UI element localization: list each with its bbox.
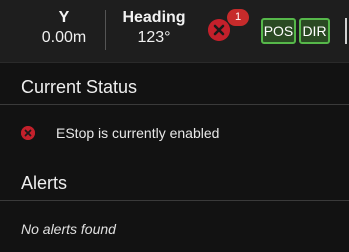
section-divider bbox=[0, 104, 349, 105]
estop-indicator[interactable]: 1 bbox=[208, 9, 249, 41]
status-text: EStop is currently enabled bbox=[56, 125, 220, 141]
pos-chip[interactable]: POS bbox=[261, 18, 296, 44]
current-status-title: Current Status bbox=[21, 77, 138, 97]
cut-off-chip bbox=[345, 18, 347, 44]
x-circle-icon bbox=[21, 126, 35, 140]
heading-value: 123° bbox=[137, 29, 171, 46]
heading-metric: Heading 123° bbox=[118, 10, 190, 46]
heading-label: Heading bbox=[122, 9, 186, 26]
y-value: 0.00m bbox=[41, 29, 87, 46]
x-circle-icon bbox=[208, 19, 230, 41]
section-divider bbox=[0, 200, 349, 201]
y-label: Y bbox=[58, 9, 70, 26]
y-metric: Y 0.00m bbox=[32, 10, 96, 46]
alerts-title: Alerts bbox=[21, 173, 68, 193]
notification-badge: 1 bbox=[227, 9, 249, 26]
metric-divider bbox=[105, 10, 106, 50]
dir-chip[interactable]: DIR bbox=[299, 18, 330, 44]
top-status-bar: Y 0.00m Heading 123° 1 POS DIR bbox=[0, 0, 349, 63]
empty-alerts-message: No alerts found bbox=[21, 221, 116, 237]
